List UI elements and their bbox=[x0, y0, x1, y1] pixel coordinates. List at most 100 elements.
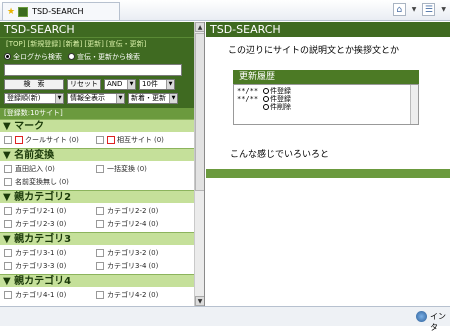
section-header[interactable]: ▼ 親カテゴリ3 bbox=[0, 232, 194, 245]
section-header[interactable]: ▼ 名前変換 bbox=[0, 148, 194, 161]
link-register[interactable]: [新規登録] bbox=[27, 40, 60, 48]
favorite-star-icon[interactable]: ★ bbox=[7, 7, 15, 17]
category-label: 一括変換 bbox=[107, 164, 135, 173]
feed-icon[interactable]: ☰ bbox=[422, 3, 436, 16]
update-line: **/** 件登録 bbox=[237, 95, 415, 103]
info-select[interactable]: 情報全表示 ▼ bbox=[67, 93, 125, 104]
new-update-select[interactable]: 新着・更新 ▼ bbox=[128, 93, 178, 104]
chevron-down-icon: ▼ bbox=[169, 94, 177, 103]
browser-tabbar: ★ TSD-SEARCH ⌂ ▼ ☰ ▼ bbox=[0, 0, 450, 21]
category-count: (0) bbox=[148, 290, 159, 299]
circle-icon bbox=[263, 104, 269, 110]
circle-icon bbox=[263, 96, 269, 102]
category-item[interactable]: 直田記入 (0) bbox=[4, 163, 96, 174]
category-label: カテゴリ3-3 bbox=[15, 261, 55, 270]
category-count: (0) bbox=[45, 164, 55, 173]
category-label: カテゴリ4-1 bbox=[15, 290, 55, 299]
circle-icon bbox=[263, 88, 269, 94]
update-text: 件登録 bbox=[270, 87, 291, 95]
reset-button[interactable]: リセット bbox=[67, 79, 101, 90]
checkbox[interactable] bbox=[4, 290, 12, 299]
category-item[interactable]: カテゴリ3-2 (0) bbox=[96, 247, 188, 258]
section-items: 直田記入 (0) 一括変換 (0) 名前変換無し (0) bbox=[0, 161, 194, 190]
checkbox[interactable] bbox=[96, 206, 104, 215]
and-select[interactable]: AND ▼ bbox=[104, 79, 136, 90]
home-dropdown-icon[interactable]: ▼ bbox=[412, 6, 417, 13]
update-text: 件登録 bbox=[270, 95, 291, 103]
category-count: (0) bbox=[154, 135, 164, 144]
checkbox[interactable] bbox=[4, 261, 12, 270]
link-update[interactable]: [更新] bbox=[84, 40, 103, 48]
category-label: カテゴリ2-3 bbox=[15, 219, 55, 228]
update-history-box[interactable]: **/** 件登録 **/** 件登録 件削除 bbox=[233, 84, 419, 125]
checkbox[interactable] bbox=[4, 135, 12, 144]
feed-dropdown-icon[interactable]: ▼ bbox=[441, 6, 446, 13]
category-item[interactable]: 相互サイト (0) bbox=[96, 134, 188, 145]
link-top[interactable]: [TOP] bbox=[6, 40, 25, 48]
category-label: カテゴリ2-1 bbox=[15, 206, 55, 215]
left-scrollbar[interactable]: ▲ ▼ bbox=[194, 22, 204, 306]
checkbox[interactable] bbox=[4, 219, 12, 228]
status-bar: インタ bbox=[0, 306, 450, 332]
category-label: 直田記入 bbox=[15, 164, 43, 173]
category-label: 名前変換無し bbox=[15, 177, 57, 186]
category-label: 相互サイト bbox=[117, 135, 152, 144]
scroll-thumb[interactable] bbox=[195, 33, 204, 191]
category-count: (0) bbox=[59, 177, 69, 186]
section-header[interactable]: ▼ 親カテゴリ2 bbox=[0, 190, 194, 203]
chevron-down-icon: ▼ bbox=[116, 94, 124, 103]
update-history-title: 更新履歴 bbox=[233, 70, 419, 84]
mark-icon bbox=[15, 135, 23, 144]
checkbox[interactable] bbox=[4, 177, 12, 186]
section-header[interactable]: ▼ マーク bbox=[0, 119, 194, 132]
radio-all-logs[interactable]: 全ログから検索 bbox=[4, 52, 62, 62]
category-item[interactable]: カテゴリ4-1 (0) bbox=[4, 289, 96, 300]
category-label: カテゴリ3-1 bbox=[15, 248, 55, 257]
mark-icon bbox=[107, 135, 115, 144]
update-scrollbar[interactable] bbox=[410, 85, 418, 124]
checkbox[interactable] bbox=[96, 164, 104, 173]
home-icon[interactable]: ⌂ bbox=[392, 3, 406, 16]
update-text: 件削除 bbox=[270, 103, 291, 111]
category-item[interactable]: カテゴリ2-4 (0) bbox=[96, 218, 188, 229]
checkbox[interactable] bbox=[4, 248, 12, 257]
category-item[interactable]: カテゴリ3-3 (0) bbox=[4, 260, 96, 271]
checkbox[interactable] bbox=[96, 261, 104, 270]
radio-ad-updates[interactable]: 宣伝・更新から検索 bbox=[68, 52, 140, 62]
scroll-down-icon[interactable]: ▼ bbox=[195, 296, 204, 306]
checkbox[interactable] bbox=[4, 206, 12, 215]
category-item[interactable]: カテゴリ3-1 (0) bbox=[4, 247, 96, 258]
checkbox[interactable] bbox=[96, 248, 104, 257]
link-ad-update[interactable]: [宣伝・更新] bbox=[106, 40, 146, 48]
checkbox[interactable] bbox=[96, 290, 104, 299]
checkbox[interactable] bbox=[96, 135, 104, 144]
category-count: (0) bbox=[56, 219, 67, 228]
category-item[interactable]: カテゴリ2-2 (0) bbox=[96, 205, 188, 216]
category-item[interactable]: 名前変換無し (0) bbox=[4, 176, 96, 187]
right-title: TSD-SEARCH bbox=[206, 22, 450, 37]
chevron-down-icon: ▼ bbox=[55, 94, 63, 103]
checkbox[interactable] bbox=[4, 164, 12, 173]
site-description: この辺りにサイトの説明文とか挨拶文とか bbox=[228, 46, 400, 56]
scroll-up-icon[interactable]: ▲ bbox=[195, 22, 204, 32]
category-count: (0) bbox=[148, 219, 159, 228]
browser-tab[interactable]: ★ TSD-SEARCH bbox=[2, 2, 120, 20]
category-item[interactable]: カテゴリ2-1 (0) bbox=[4, 205, 96, 216]
count-select[interactable]: 10件 ▼ bbox=[139, 79, 175, 90]
search-button[interactable]: 検 索 bbox=[4, 79, 64, 90]
sort-select[interactable]: 登録順(新) ▼ bbox=[4, 93, 64, 104]
left-frame: TSD-SEARCH [TOP] [新規登録] [新着] [更新] [宣伝・更新] 全ロ… bbox=[0, 22, 205, 306]
chevron-down-icon: ▼ bbox=[166, 80, 174, 89]
search-form: 全ログから検索 宣伝・更新から検索 検 索 リセット AND ▼ 10件 ▼ 登録順… bbox=[0, 49, 194, 108]
category-item[interactable]: カテゴリ2-3 (0) bbox=[4, 218, 96, 229]
category-item[interactable]: クールサイト (0) bbox=[4, 134, 96, 145]
category-item[interactable]: カテゴリ4-2 (0) bbox=[96, 289, 188, 300]
category-item[interactable]: カテゴリ3-4 (0) bbox=[96, 260, 188, 271]
link-new[interactable]: [新着] bbox=[63, 40, 82, 48]
category-count: (0) bbox=[69, 135, 79, 144]
search-input[interactable] bbox=[4, 64, 182, 76]
checkbox[interactable] bbox=[96, 219, 104, 228]
section-header[interactable]: ▼ 親カテゴリ4 bbox=[0, 274, 194, 287]
category-item[interactable]: 一括変換 (0) bbox=[96, 163, 188, 174]
search-panel: TSD-SEARCH [TOP] [新規登録] [新着] [更新] [宣伝・更新] 全ロ… bbox=[0, 22, 194, 306]
